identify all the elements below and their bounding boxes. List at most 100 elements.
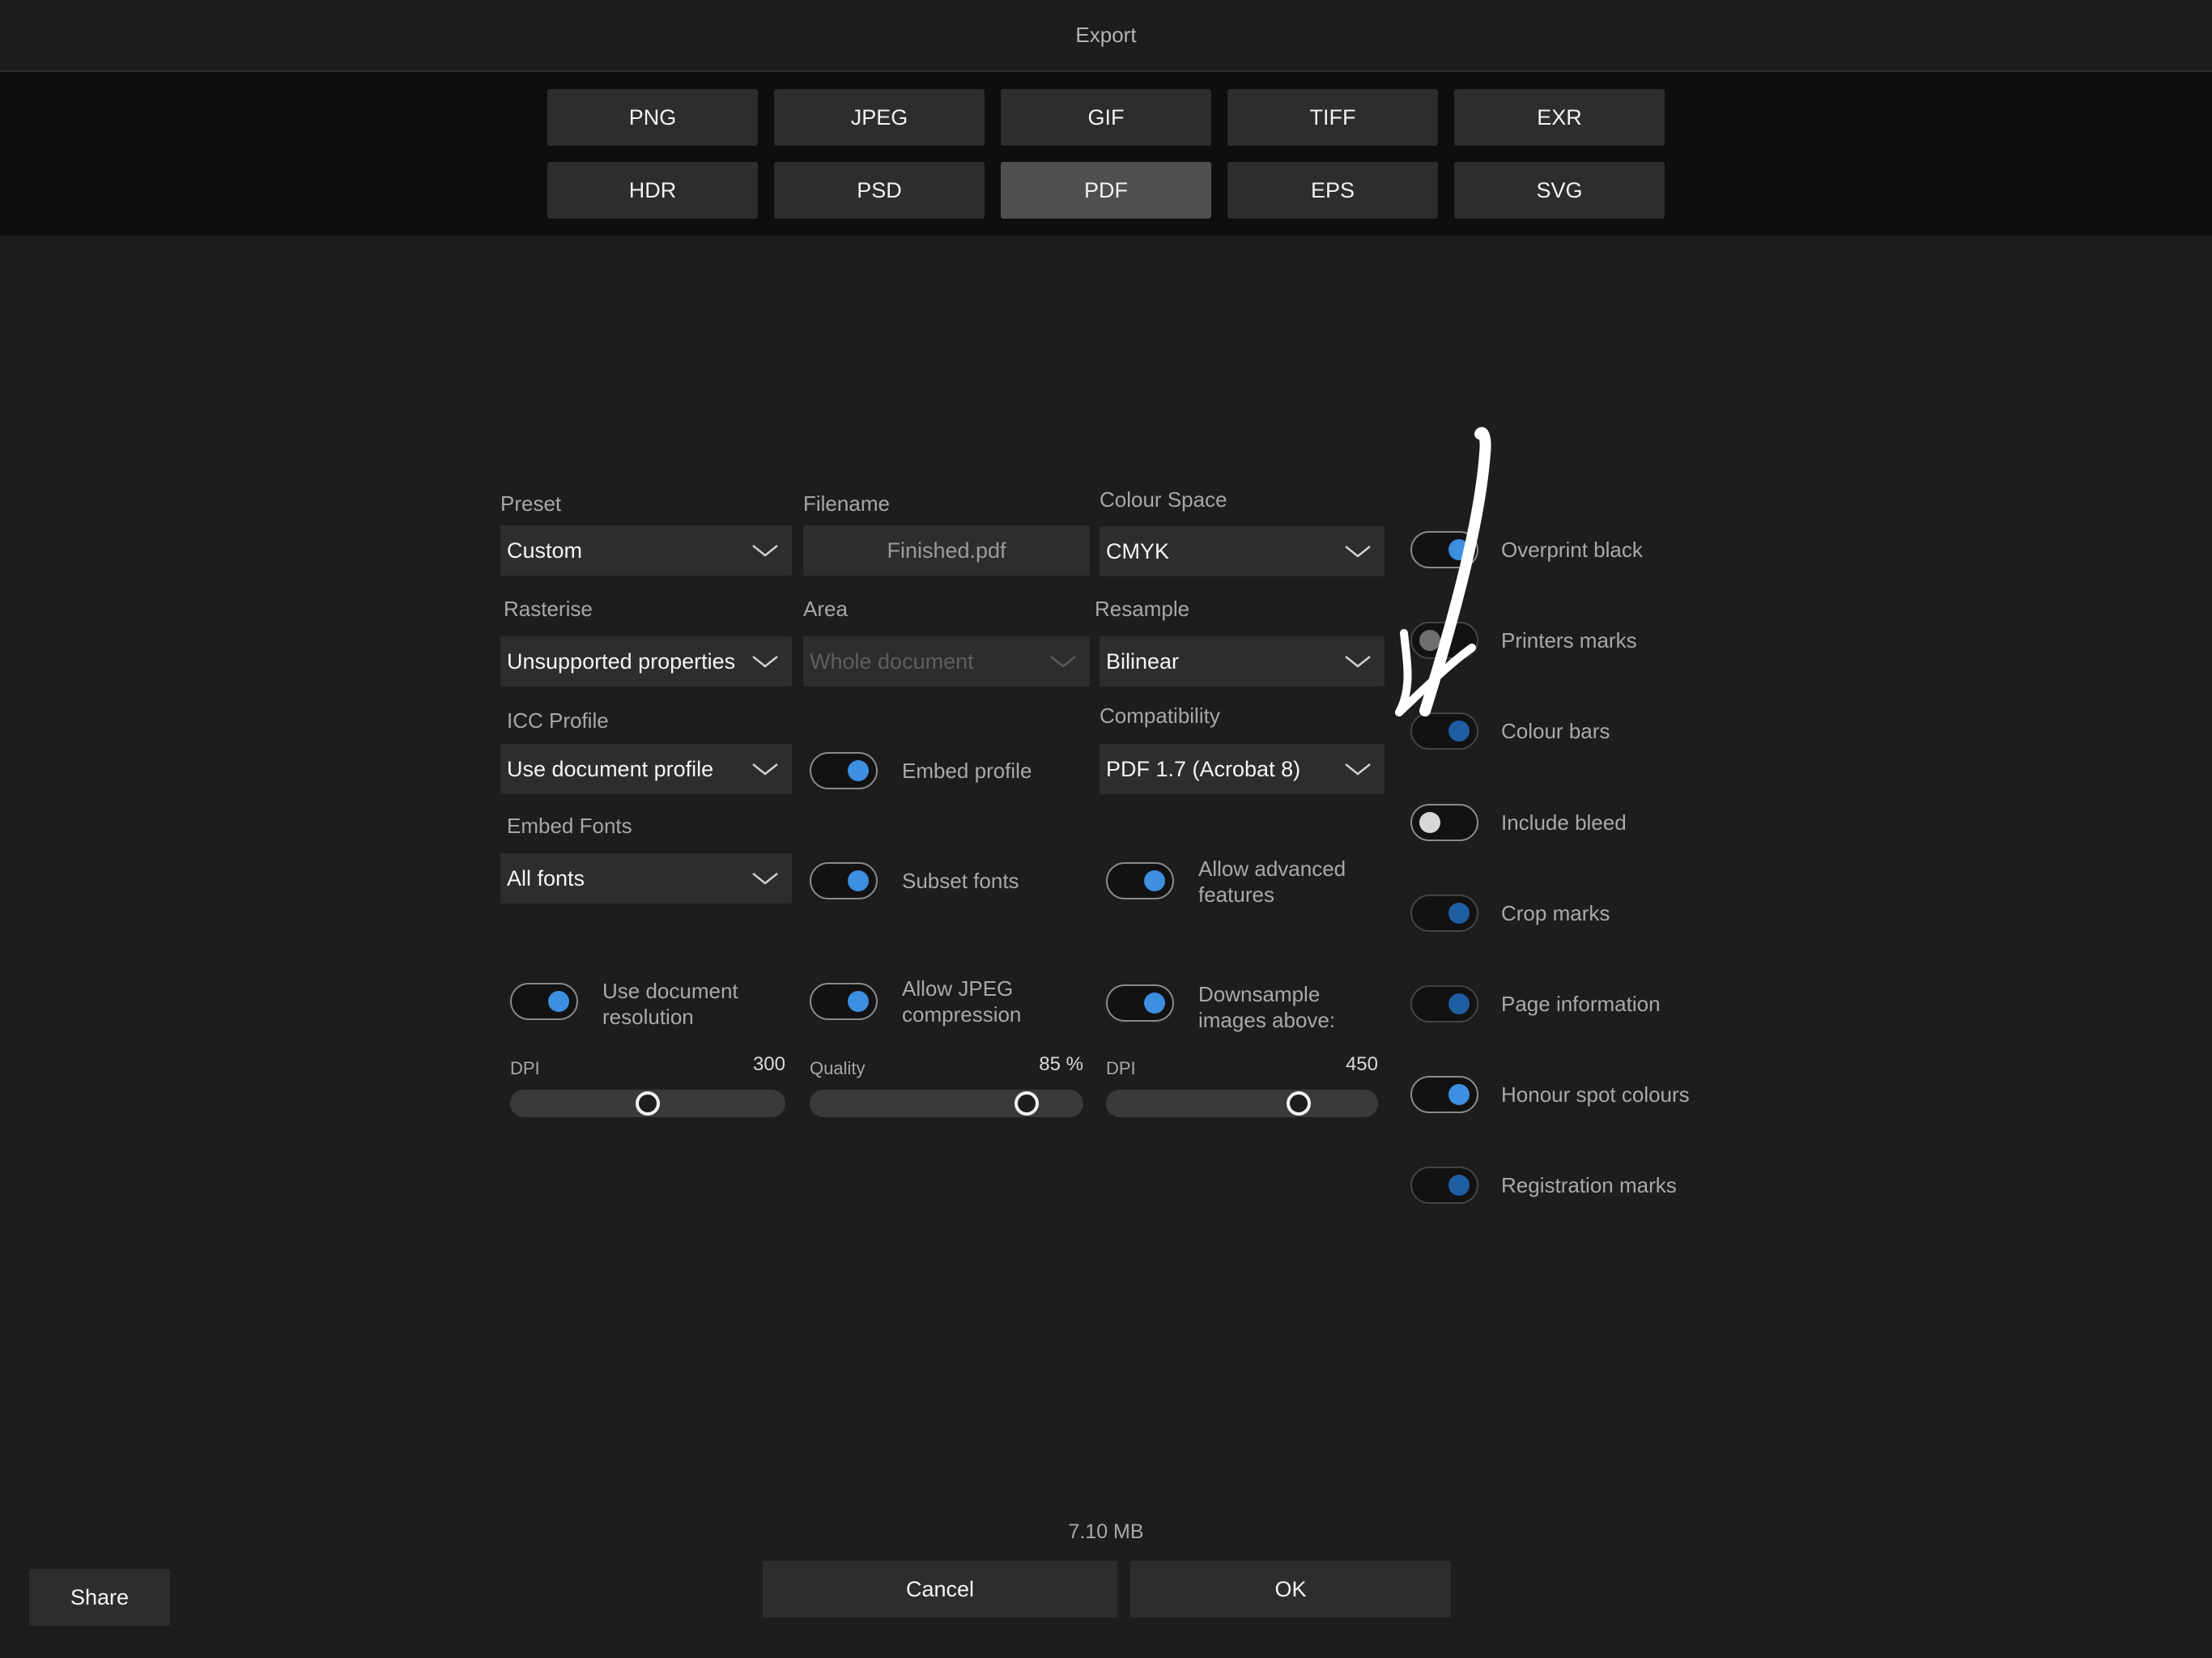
- toggle-knob: [1448, 1084, 1470, 1106]
- resample-label: Resample: [1095, 597, 1190, 621]
- embed-fonts-dropdown[interactable]: All fonts: [500, 853, 792, 903]
- format-tiff-button[interactable]: TIFF: [1227, 89, 1438, 146]
- icc-profile-dropdown[interactable]: Use document profile: [500, 744, 792, 794]
- preset-value: Custom: [507, 538, 583, 563]
- export-header: Export: [0, 0, 2212, 72]
- chevron-down-icon: [1345, 763, 1371, 776]
- jpeg-compression-label: Allow JPEG compression: [902, 976, 1022, 1027]
- resample-dropdown[interactable]: Bilinear: [1100, 636, 1385, 687]
- quality-slider-label: Quality: [810, 1058, 866, 1078]
- crop-marks-label: Crop marks: [1501, 900, 1610, 925]
- file-size: 7.10 MB: [1068, 1520, 1144, 1543]
- toggle-knob: [1419, 811, 1440, 833]
- format-svg-button[interactable]: SVG: [1454, 162, 1665, 219]
- window-title: Export: [1075, 23, 1137, 47]
- subset-fonts-toggle[interactable]: [810, 862, 878, 899]
- preset-label: Preset: [500, 491, 562, 516]
- overprint-black-label: Overprint black: [1501, 538, 1643, 562]
- rasterise-dropdown[interactable]: Unsupported properties: [500, 636, 792, 687]
- downsample-label: Downsample images above:: [1198, 982, 1336, 1032]
- toggle-knob: [1448, 993, 1470, 1014]
- slider-thumb[interactable]: [1014, 1091, 1039, 1116]
- embed-fonts-label: Embed Fonts: [507, 814, 632, 838]
- toggle-knob: [848, 991, 869, 1012]
- colour-bars-label: Colour bars: [1501, 719, 1610, 744]
- honour-spot-colours-toggle[interactable]: [1410, 1076, 1478, 1114]
- slider-thumb[interactable]: [1287, 1091, 1312, 1116]
- filename-field[interactable]: Finished.pdf: [803, 525, 1090, 576]
- colour-space-value: CMYK: [1106, 538, 1170, 563]
- doc-resolution-label: Use document resolution: [602, 979, 738, 1029]
- preset-dropdown[interactable]: Custom: [500, 525, 792, 576]
- embed-profile-label: Embed profile: [902, 759, 1032, 783]
- page-information-label: Page information: [1501, 992, 1661, 1016]
- toggle-knob: [848, 760, 869, 781]
- area-value: Whole document: [810, 648, 974, 674]
- doc-resolution-toggle[interactable]: [510, 983, 578, 1020]
- downsample-dpi-label: DPI: [1106, 1058, 1136, 1078]
- page-information-toggle[interactable]: [1410, 985, 1478, 1022]
- chevron-down-icon: [752, 545, 778, 557]
- area-dropdown[interactable]: Whole document: [803, 636, 1090, 687]
- ok-button[interactable]: OK: [1130, 1561, 1451, 1618]
- chevron-down-icon: [752, 656, 778, 668]
- include-bleed-label: Include bleed: [1501, 810, 1627, 835]
- compatibility-label: Compatibility: [1100, 704, 1220, 728]
- dpi-slider-label: DPI: [510, 1058, 540, 1078]
- slider-thumb[interactable]: [636, 1091, 660, 1116]
- toggle-knob: [548, 991, 569, 1012]
- printers-marks-label: Printers marks: [1501, 628, 1637, 653]
- chevron-down-icon: [1050, 656, 1076, 668]
- filename-label: Filename: [803, 491, 890, 516]
- format-hdr-button[interactable]: HDR: [547, 162, 758, 219]
- share-button[interactable]: Share: [29, 1569, 170, 1626]
- rasterise-value: Unsupported properties: [507, 648, 736, 674]
- chevron-down-icon: [752, 873, 778, 885]
- downsample-dpi-slider[interactable]: [1106, 1090, 1378, 1117]
- format-jpeg-button[interactable]: JPEG: [774, 89, 985, 146]
- downsample-dpi-value: 450: [1345, 1053, 1378, 1075]
- rasterise-label: Rasterise: [504, 597, 593, 621]
- icc-profile-value: Use document profile: [507, 756, 714, 781]
- colour-space-dropdown[interactable]: CMYK: [1100, 526, 1385, 576]
- format-psd-button[interactable]: PSD: [774, 162, 985, 219]
- compatibility-dropdown[interactable]: PDF 1.7 (Acrobat 8): [1100, 744, 1385, 794]
- annotation-arrow-icon: [1395, 427, 1491, 716]
- registration-marks-toggle[interactable]: [1410, 1167, 1478, 1205]
- embed-profile-toggle[interactable]: [810, 752, 878, 789]
- include-bleed-toggle[interactable]: [1410, 803, 1478, 841]
- toggle-knob: [1448, 1175, 1470, 1197]
- colour-space-label: Colour Space: [1100, 487, 1227, 512]
- toggle-knob: [1144, 870, 1165, 891]
- chevron-down-icon: [1345, 656, 1371, 668]
- advanced-features-toggle[interactable]: [1106, 862, 1174, 899]
- advanced-features-label: Allow advanced features: [1198, 857, 1346, 907]
- chevron-down-icon: [752, 763, 778, 776]
- jpeg-compression-toggle[interactable]: [810, 983, 878, 1020]
- dpi-slider[interactable]: [510, 1090, 785, 1117]
- toggle-knob: [1448, 902, 1470, 924]
- format-exr-button[interactable]: EXR: [1454, 89, 1665, 146]
- downsample-toggle[interactable]: [1106, 984, 1174, 1022]
- crop-marks-toggle[interactable]: [1410, 894, 1478, 932]
- cancel-button[interactable]: Cancel: [763, 1561, 1117, 1618]
- compatibility-value: PDF 1.7 (Acrobat 8): [1106, 756, 1301, 781]
- dpi-slider-value: 300: [752, 1053, 785, 1075]
- registration-marks-label: Registration marks: [1501, 1173, 1677, 1198]
- area-label: Area: [803, 597, 848, 621]
- icc-profile-label: ICC Profile: [507, 708, 609, 733]
- chevron-down-icon: [1345, 546, 1371, 558]
- resample-value: Bilinear: [1106, 648, 1180, 674]
- toggle-knob: [848, 870, 869, 891]
- embed-fonts-value: All fonts: [507, 865, 585, 891]
- format-pdf-button[interactable]: PDF: [1001, 162, 1211, 219]
- format-bar: PNG JPEG GIF TIFF EXR HDR PSD PDF EPS SV…: [0, 72, 2212, 236]
- subset-fonts-label: Subset fonts: [902, 869, 1019, 893]
- format-eps-button[interactable]: EPS: [1227, 162, 1438, 219]
- format-gif-button[interactable]: GIF: [1001, 89, 1211, 146]
- honour-spot-colours-label: Honour spot colours: [1501, 1082, 1690, 1107]
- format-png-button[interactable]: PNG: [547, 89, 758, 146]
- toggle-knob: [1144, 993, 1165, 1014]
- quality-slider-value: 85 %: [1039, 1053, 1083, 1075]
- quality-slider[interactable]: [810, 1090, 1083, 1117]
